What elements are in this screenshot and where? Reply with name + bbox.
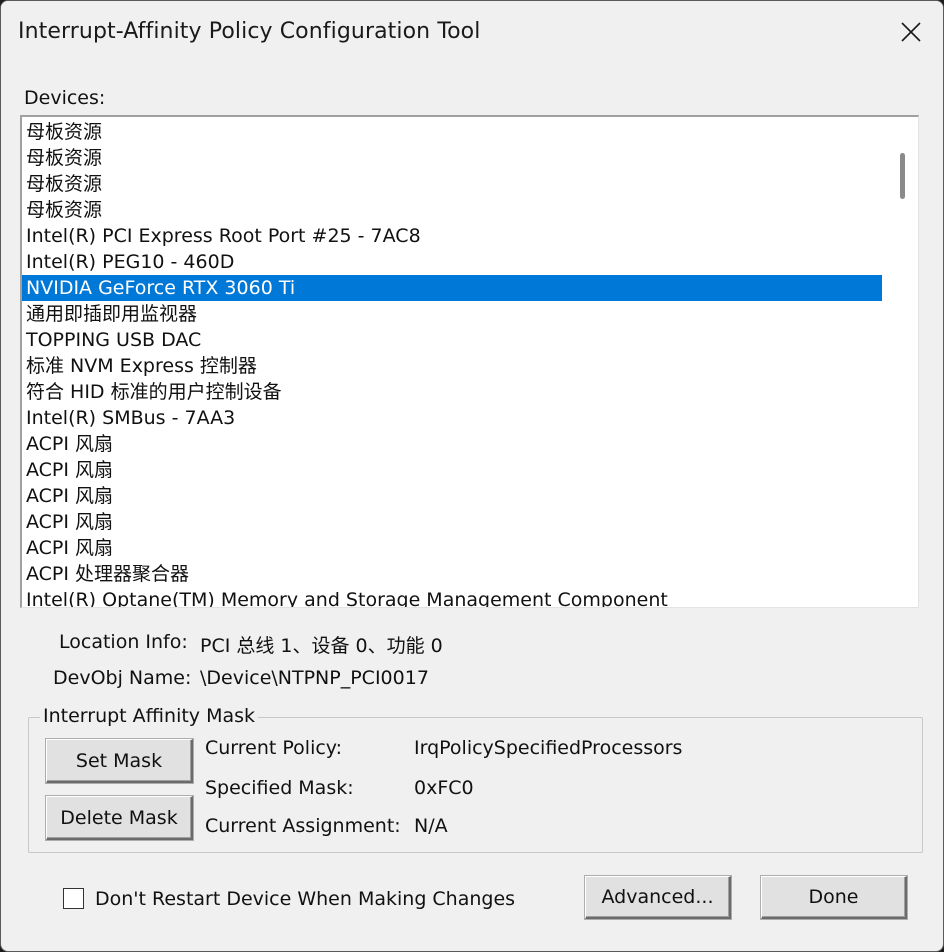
advanced-button[interactable]: Advanced...	[585, 876, 731, 919]
device-list-item[interactable]: ACPI 风扇	[22, 457, 882, 483]
device-list-item[interactable]: Intel(R) PCI Express Root Port #25 - 7AC…	[22, 223, 882, 249]
device-list-item[interactable]: ACPI 处理器聚合器	[22, 561, 882, 587]
device-list-item[interactable]: Intel(R) SMBus - 7AA3	[22, 405, 882, 431]
device-list-item[interactable]: 标准 NVM Express 控制器	[22, 353, 882, 379]
device-list-item[interactable]: 符合 HID 标准的用户控制设备	[22, 379, 882, 405]
close-button[interactable]	[879, 1, 943, 63]
current-assignment-value: N/A	[414, 815, 448, 837]
location-info-value: PCI 总线 1、设备 0、功能 0	[200, 635, 443, 657]
current-policy-label: Current Policy:	[205, 737, 343, 759]
dont-restart-checkbox[interactable]	[63, 888, 84, 909]
device-list-item[interactable]: ACPI 风扇	[22, 483, 882, 509]
device-list-item[interactable]: ACPI 风扇	[22, 431, 882, 457]
scrollbar-thumb[interactable]	[900, 153, 905, 199]
current-policy-value: IrqPolicySpecifiedProcessors	[414, 737, 683, 759]
device-list-item[interactable]: TOPPING USB DAC	[22, 327, 882, 353]
specified-mask-value: 0xFC0	[414, 777, 474, 799]
devobj-name-label: DevObj Name:	[53, 667, 192, 689]
set-mask-button[interactable]: Set Mask	[46, 739, 193, 783]
device-list-item[interactable]: 通用即插即用监视器	[22, 301, 882, 327]
delete-mask-button[interactable]: Delete Mask	[46, 796, 193, 840]
devices-listbox[interactable]: 母板资源 母板资源 母板资源 母板资源 Intel(R) PCI Express Roo…	[20, 115, 919, 608]
device-list-item[interactable]: ACPI 风扇	[22, 509, 882, 535]
title-bar: Interrupt-Affinity Policy Configuration …	[1, 1, 943, 63]
device-list-item[interactable]: ACPI 风扇	[22, 535, 882, 561]
devices-label: Devices:	[24, 87, 106, 109]
device-list-item[interactable]: 母板资源	[22, 197, 882, 223]
device-list-item[interactable]: 母板资源	[22, 119, 882, 145]
device-list-item[interactable]: 母板资源	[22, 171, 882, 197]
device-list-item[interactable]: 母板资源	[22, 145, 882, 171]
devobj-name-value: \Device\NTPNP_PCI0017	[200, 667, 429, 689]
devices-list[interactable]: 母板资源 母板资源 母板资源 母板资源 Intel(R) PCI Express Roo…	[22, 119, 882, 607]
specified-mask-label: Specified Mask:	[205, 777, 354, 799]
group-title: Interrupt Affinity Mask	[40, 705, 259, 727]
current-assignment-label: Current Assignment:	[205, 815, 401, 837]
device-list-item[interactable]: NVIDIA GeForce RTX 3060 Ti	[22, 275, 882, 301]
dont-restart-label[interactable]: Don't Restart Device When Making Changes	[95, 888, 515, 910]
window-title: Interrupt-Affinity Policy Configuration …	[18, 19, 481, 44]
device-list-item[interactable]: Intel(R) PEG10 - 460D	[22, 249, 882, 275]
close-icon	[901, 22, 921, 42]
device-list-item[interactable]: Intel(R) Optane(TM) Memory and Storage M…	[22, 587, 882, 607]
location-info-label: Location Info:	[59, 631, 188, 653]
devices-scrollbar[interactable]	[885, 117, 918, 607]
dialog-window: Interrupt-Affinity Policy Configuration …	[0, 0, 944, 952]
done-button[interactable]: Done	[761, 876, 907, 919]
